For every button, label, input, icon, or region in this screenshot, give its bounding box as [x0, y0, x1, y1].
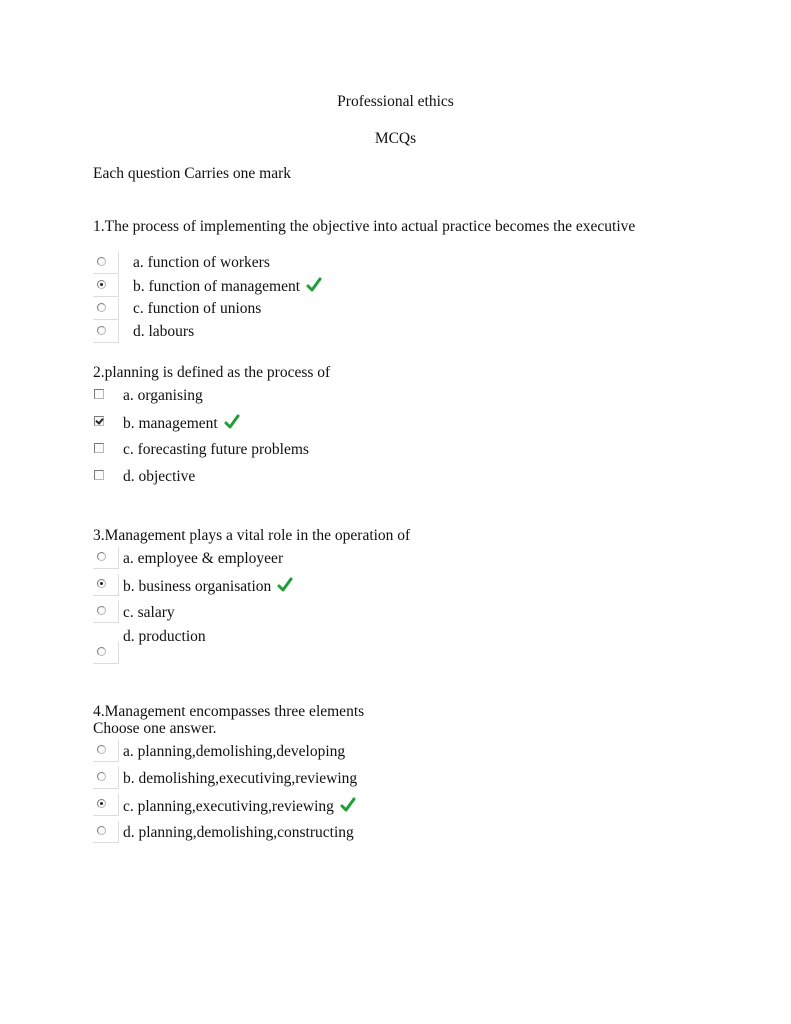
option-radio-cell[interactable] — [93, 298, 119, 320]
radio-button-selected[interactable] — [97, 280, 106, 289]
option-label-correct: b. management — [123, 414, 240, 433]
radio-button[interactable] — [97, 303, 106, 312]
radio-button[interactable] — [97, 552, 106, 561]
option-label: a. planning,demolishing,developing — [123, 743, 346, 760]
question-text: 1.The process of implementing the object… — [93, 218, 636, 235]
question-subtext: Choose one answer. — [93, 720, 217, 737]
correct-check-icon — [277, 577, 293, 592]
question-text: 3.Management plays a vital role in the o… — [93, 527, 411, 544]
option-label-correct: b. function of management — [133, 277, 322, 296]
option-radio-cell[interactable] — [93, 574, 119, 596]
option-radio-cell[interactable] — [93, 821, 119, 843]
option-label: c. salary — [123, 604, 175, 621]
radio-button[interactable] — [97, 772, 106, 781]
checkbox-checked[interactable] — [94, 416, 104, 426]
option-radio-cell[interactable] — [93, 547, 119, 569]
correct-check-icon — [224, 414, 240, 429]
option-label: b. function of management — [133, 278, 301, 295]
option-label: b. business organisation — [123, 578, 272, 595]
correct-check-icon — [306, 277, 322, 292]
option-label: b. management — [123, 415, 218, 432]
radio-button[interactable] — [97, 826, 106, 835]
document-page: Professional ethics MCQs Each question C… — [0, 0, 791, 1024]
option-radio-cell[interactable] — [93, 275, 119, 297]
option-label: d. objective — [123, 468, 196, 485]
option-label-correct: c. planning,executiving,reviewing — [123, 797, 356, 816]
option-label: d. labours — [133, 323, 195, 340]
option-radio-cell[interactable] — [93, 794, 119, 816]
option-label: c. forecasting future problems — [123, 441, 309, 458]
correct-check-icon — [340, 797, 356, 812]
radio-button[interactable] — [97, 647, 106, 656]
option-radio-cell[interactable] — [93, 642, 119, 664]
option-label: a. employee & employeer — [123, 550, 284, 567]
checkbox[interactable] — [94, 470, 104, 480]
option-label: a. function of workers — [133, 254, 270, 271]
radio-button-selected[interactable] — [97, 799, 106, 808]
document-subtitle: MCQs — [374, 130, 417, 147]
radio-button[interactable] — [97, 606, 106, 615]
option-radio-cell[interactable] — [93, 601, 119, 623]
option-radio-cell[interactable] — [93, 252, 119, 274]
option-radio-cell[interactable] — [93, 767, 119, 789]
document-title: Professional ethics — [337, 93, 454, 110]
checkbox[interactable] — [94, 389, 104, 399]
checkbox[interactable] — [94, 443, 104, 453]
option-label: a. organising — [123, 387, 203, 404]
option-radio-cell[interactable] — [93, 321, 119, 343]
option-label: c. function of unions — [133, 300, 262, 317]
option-label: d. production — [123, 628, 206, 645]
radio-button-selected[interactable] — [97, 579, 106, 588]
question-text: 2.planning is defined as the process of — [93, 364, 331, 381]
radio-button[interactable] — [97, 745, 106, 754]
radio-button[interactable] — [97, 257, 106, 266]
option-label: d. planning,demolishing,constructing — [123, 824, 354, 841]
radio-button[interactable] — [97, 326, 106, 335]
question-text: 4.Management encompasses three elements — [93, 703, 365, 720]
option-label: b. demolishing,executiving,reviewing — [123, 770, 358, 787]
option-radio-cell[interactable] — [93, 740, 119, 762]
instructions-text: Each question Carries one mark — [93, 165, 291, 182]
option-label-correct: b. business organisation — [123, 577, 293, 596]
option-label: c. planning,executiving,reviewing — [123, 798, 334, 815]
